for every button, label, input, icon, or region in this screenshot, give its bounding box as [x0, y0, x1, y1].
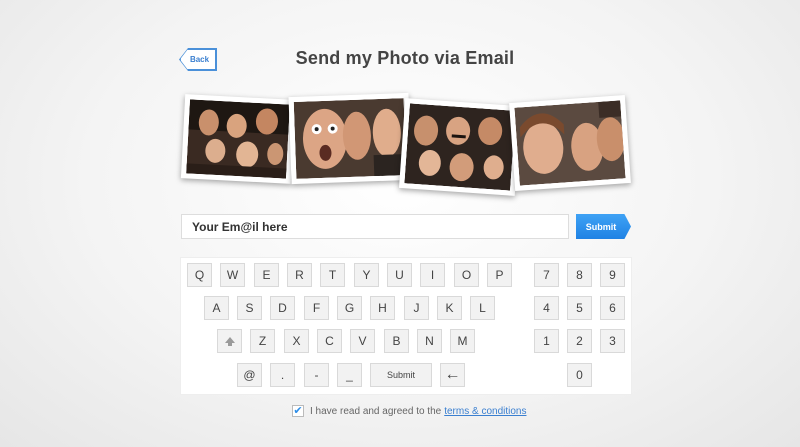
- key-n[interactable]: N: [417, 329, 442, 353]
- key-p[interactable]: P: [487, 263, 512, 287]
- key-e[interactable]: E: [254, 263, 279, 287]
- key-1[interactable]: 1: [534, 329, 559, 353]
- photo-image: [514, 100, 626, 186]
- onscreen-keyboard: Q W E R T Y U I O P A S D F G H J K L Z …: [181, 258, 631, 394]
- key-6[interactable]: 6: [600, 296, 625, 320]
- photo-strip-4: [509, 95, 631, 191]
- key-v[interactable]: V: [350, 329, 375, 353]
- key-5[interactable]: 5: [567, 296, 592, 320]
- key-2[interactable]: 2: [567, 329, 592, 353]
- key-c[interactable]: C: [317, 329, 342, 353]
- key-at[interactable]: @: [237, 363, 262, 387]
- checkmark-icon: ✔: [293, 404, 303, 417]
- terms-checkbox[interactable]: ✔: [292, 405, 304, 417]
- key-a[interactable]: A: [204, 296, 229, 320]
- backspace-icon: ←: [444, 366, 461, 383]
- key-z[interactable]: Z: [250, 329, 275, 353]
- key-underscore[interactable]: _: [337, 363, 362, 387]
- key-l[interactable]: L: [470, 296, 495, 320]
- terms-text: I have read and agreed to the: [310, 405, 442, 417]
- key-7[interactable]: 7: [534, 263, 559, 287]
- key-r[interactable]: R: [287, 263, 312, 287]
- terms-agreement: ✔ I have read and agreed to the terms & …: [292, 404, 526, 418]
- shift-key[interactable]: [217, 329, 242, 353]
- photo-strip-2: [288, 92, 412, 185]
- key-y[interactable]: Y: [354, 263, 379, 287]
- photo-image: [186, 99, 290, 179]
- key-h[interactable]: H: [370, 296, 395, 320]
- key-8[interactable]: 8: [567, 263, 592, 287]
- photo-image: [293, 98, 407, 179]
- key-u[interactable]: U: [387, 263, 412, 287]
- key-o[interactable]: O: [454, 263, 479, 287]
- key-t[interactable]: T: [320, 263, 345, 287]
- key-m[interactable]: M: [450, 329, 475, 353]
- key-i[interactable]: I: [420, 263, 445, 287]
- email-field[interactable]: Your Em@il here: [181, 214, 569, 239]
- key-dot[interactable]: .: [270, 363, 295, 387]
- photo-strip-3: [399, 98, 521, 196]
- key-4[interactable]: 4: [534, 296, 559, 320]
- key-q[interactable]: Q: [187, 263, 212, 287]
- key-g[interactable]: G: [337, 296, 362, 320]
- key-x[interactable]: X: [284, 329, 309, 353]
- keyboard-submit-key[interactable]: Submit: [370, 363, 432, 387]
- key-b[interactable]: B: [384, 329, 409, 353]
- backspace-key[interactable]: ←: [440, 363, 465, 387]
- key-3[interactable]: 3: [600, 329, 625, 353]
- key-dash[interactable]: -: [304, 363, 329, 387]
- key-j[interactable]: J: [404, 296, 429, 320]
- key-s[interactable]: S: [237, 296, 262, 320]
- page-title: Send my Photo via Email: [295, 48, 515, 68]
- photo-image: [404, 103, 516, 191]
- key-0[interactable]: 0: [567, 363, 592, 387]
- terms-link[interactable]: terms & conditions: [444, 406, 526, 417]
- email-submit-button[interactable]: Submit: [576, 214, 631, 239]
- key-d[interactable]: D: [270, 296, 295, 320]
- key-f[interactable]: F: [304, 296, 329, 320]
- key-9[interactable]: 9: [600, 263, 625, 287]
- key-k[interactable]: K: [437, 296, 462, 320]
- photo-strip-1: [180, 94, 296, 184]
- shift-icon: [224, 337, 235, 346]
- key-w[interactable]: W: [220, 263, 245, 287]
